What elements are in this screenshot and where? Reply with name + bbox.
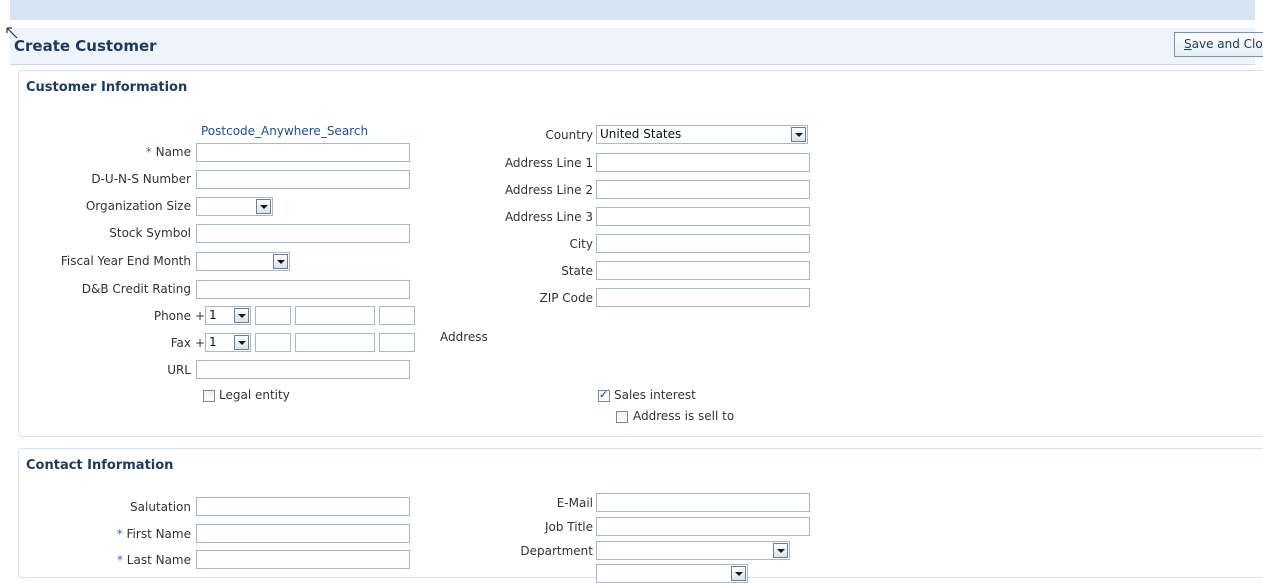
contact-section-title: Contact Information [26,458,174,473]
chevron-down-icon [731,566,746,581]
org-size-label: Organization Size [85,199,191,213]
department-label: Department [520,544,593,558]
stock-symbol-input[interactable] [196,224,410,243]
url-label: URL [167,363,191,377]
address-line-3-label: Address Line 3 [504,210,593,224]
legal-entity-checkbox[interactable] [203,390,215,402]
postcode-search-link[interactable]: Postcode_Anywhere_Search [201,124,368,138]
affiliation-select[interactable] [596,564,748,583]
chevron-down-icon [791,127,806,142]
phone-country-code-select[interactable]: 1 [205,306,251,325]
zip-code-label: ZIP Code [539,291,593,305]
chevron-down-icon [234,335,249,350]
page-header [10,28,1255,65]
fax-area-code-input[interactable] [255,333,291,352]
duns-input[interactable] [196,170,410,189]
email-label: E-Mail [556,496,593,510]
fax-label: Fax [170,336,191,350]
save-accesskey: S [1184,37,1192,51]
country-value: United States [600,127,682,141]
phone-plus: + [195,309,206,323]
address-sell-to-checkbox[interactable] [616,411,628,423]
name-label: * Name [146,145,191,159]
first-name-input[interactable] [196,524,410,543]
phone-country-code-value: 1 [209,308,217,322]
first-name-label: * First Name [117,527,191,541]
page-title: Create Customer [14,37,157,55]
country-select[interactable]: United States [596,125,808,144]
credit-rating-input[interactable] [196,280,410,299]
chevron-down-icon [273,254,288,269]
fiscal-year-label: Fiscal Year End Month [60,254,191,268]
name-input[interactable] [196,143,410,162]
salutation-input[interactable] [196,497,410,516]
salutation-label: Salutation [130,500,191,514]
phone-number-input[interactable] [295,306,375,325]
fax-extension-input[interactable] [379,333,415,352]
duns-label: D-U-N-S Number [91,172,191,186]
phone-extension-input[interactable] [379,306,415,325]
name-label-text: Name [155,145,191,159]
customer-section-title: Customer Information [26,80,188,95]
fax-country-code-value: 1 [209,335,217,349]
last-name-input[interactable] [196,550,410,569]
fax-plus: + [195,336,206,350]
last-name-label: * Last Name [117,553,191,567]
sales-interest-label: Sales interest [614,388,696,402]
save-and-close-button[interactable]: Save and Close [1174,32,1263,57]
last-name-label-text: Last Name [126,553,191,567]
legal-entity-label: Legal entity [219,388,290,402]
department-select[interactable] [596,541,790,560]
top-bar [10,0,1255,20]
sales-interest-checkbox[interactable] [598,388,610,402]
address-line-1-label: Address Line 1 [504,156,593,170]
zip-code-input[interactable] [596,288,810,307]
save-label-rest: ave and Close [1191,37,1263,51]
phone-area-code-input[interactable] [255,306,291,325]
city-label: City [569,237,593,251]
job-title-input[interactable] [596,517,810,536]
address-line-1-input[interactable] [596,153,810,172]
org-size-select[interactable] [196,197,273,216]
address-line-2-input[interactable] [596,180,810,199]
address-sell-to-label: Address is sell to [633,409,735,423]
state-input[interactable] [596,261,810,280]
job-title-label: Job Title [544,520,593,534]
country-label: Country [545,128,593,142]
address-line-3-input[interactable] [596,207,810,226]
address-label: Address [440,330,488,344]
email-input[interactable] [596,493,810,512]
fax-number-input[interactable] [295,333,375,352]
city-input[interactable] [596,234,810,253]
state-label: State [561,264,593,278]
address-line-2-label: Address Line 2 [504,183,593,197]
first-name-label-text: First Name [126,527,191,541]
fax-country-code-select[interactable]: 1 [205,333,251,352]
required-marker: * [116,527,123,541]
url-input[interactable] [196,360,410,379]
stock-symbol-label: Stock Symbol [109,226,191,240]
chevron-down-icon [773,543,788,558]
required-marker: * [145,145,152,159]
chevron-down-icon [256,199,271,214]
fiscal-year-select[interactable] [196,252,290,271]
required-marker: * [116,553,123,567]
phone-label: Phone [153,309,191,323]
credit-rating-label: D&B Credit Rating [81,282,191,296]
chevron-down-icon [234,308,249,323]
